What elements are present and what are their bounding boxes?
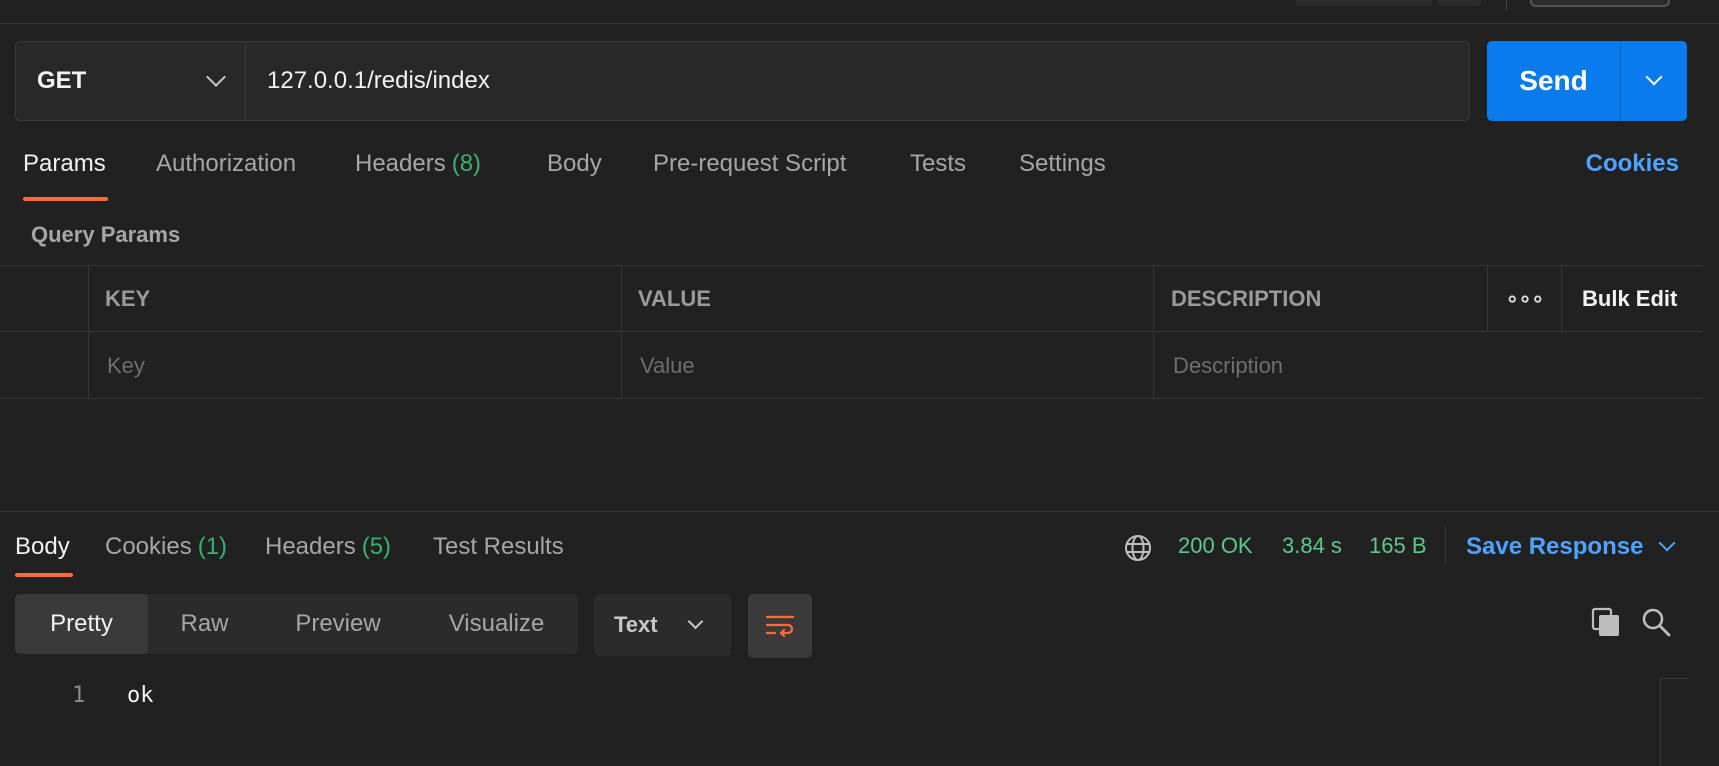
response-body-text: ok: [127, 683, 154, 708]
request-bar: GET: [15, 41, 1470, 121]
divider: [1445, 525, 1446, 565]
view-mode-preview[interactable]: Preview: [261, 594, 415, 654]
tab-label: Cookies: [105, 533, 192, 560]
row-checkbox-cell: [0, 333, 88, 399]
scrollbar[interactable]: [1660, 678, 1688, 766]
toolbar-button-partial[interactable]: [1296, 0, 1432, 6]
active-tab-indicator: [23, 197, 108, 201]
query-params-table: KEY VALUE DESCRIPTION ∘∘∘ Bulk Edit Key …: [0, 265, 1703, 399]
chevron-down-icon: [687, 613, 704, 629]
method-label: GET: [37, 67, 87, 94]
response-body-editor[interactable]: 1 ok: [0, 680, 1719, 766]
table-row: Key Value Description: [0, 333, 1703, 399]
response-tab-test-results[interactable]: Test Results: [433, 533, 564, 561]
more-options-icon[interactable]: ∘∘∘: [1487, 266, 1561, 331]
tab-label: Pre-request Script: [653, 150, 847, 177]
description-input[interactable]: Description: [1153, 333, 1703, 399]
key-input[interactable]: Key: [88, 333, 621, 399]
tab-tests[interactable]: Tests: [910, 150, 966, 178]
send-button-group: Send: [1487, 41, 1687, 121]
value-input[interactable]: Value: [621, 333, 1153, 399]
top-strip: [0, 0, 1719, 24]
active-tab-indicator: [15, 573, 73, 577]
tab-body[interactable]: Body: [547, 150, 602, 178]
tab-label: Body: [547, 150, 602, 177]
tab-label: Body: [15, 533, 70, 560]
row-checkbox-column: [0, 266, 88, 331]
method-select[interactable]: GET: [16, 42, 246, 120]
divider: [1506, 0, 1507, 10]
view-mode-visualize[interactable]: Visualize: [415, 594, 578, 654]
response-tabs: Body Cookies (1) Headers (5) Test Results …: [0, 525, 1719, 581]
response-tab-body[interactable]: Body: [15, 533, 70, 561]
chevron-down-icon: [206, 67, 226, 87]
bulk-edit-button[interactable]: Bulk Edit: [1561, 266, 1703, 331]
response-tab-headers[interactable]: Headers (5): [265, 533, 391, 561]
chevron-down-icon: [1645, 68, 1663, 86]
column-header-value: VALUE: [621, 266, 1153, 331]
toolbar-button-partial[interactable]: [1437, 0, 1481, 6]
tab-params[interactable]: Params: [23, 150, 106, 178]
tab-label: Headers: [265, 533, 356, 560]
format-select[interactable]: Text: [594, 594, 731, 656]
tab-count-badge: (5): [361, 533, 392, 560]
copy-icon[interactable]: [1590, 606, 1622, 638]
view-mode-selector: Pretty Raw Preview Visualize: [15, 594, 578, 654]
status-code[interactable]: 200 OK: [1178, 533, 1253, 559]
column-header-description: DESCRIPTION: [1153, 266, 1487, 331]
format-label: Text: [614, 612, 658, 637]
tab-label: Tests: [910, 150, 967, 177]
send-options-button[interactable]: [1621, 41, 1687, 121]
save-response-button[interactable]: Save Response: [1466, 533, 1643, 561]
pane-resize-divider[interactable]: [0, 511, 1719, 512]
chevron-down-icon[interactable]: [1658, 534, 1676, 552]
wrap-lines-icon: [765, 615, 795, 638]
response-time[interactable]: 3.84 s: [1282, 533, 1342, 559]
view-mode-pretty[interactable]: Pretty: [15, 594, 148, 654]
url-input[interactable]: [246, 42, 1469, 120]
tab-label: Headers: [355, 150, 446, 177]
tab-count-badge: (8): [451, 150, 482, 177]
view-mode-raw[interactable]: Raw: [148, 594, 261, 654]
tab-authorization[interactable]: Authorization: [156, 150, 296, 178]
table-header-row: KEY VALUE DESCRIPTION ∘∘∘ Bulk Edit: [0, 266, 1703, 332]
section-title: Query Params: [31, 222, 181, 247]
wrap-lines-button[interactable]: [748, 594, 812, 658]
search-icon[interactable]: [1640, 606, 1672, 638]
toggle-partial[interactable]: [1530, 0, 1670, 7]
column-header-key: KEY: [88, 266, 621, 331]
cookies-link[interactable]: Cookies: [1586, 150, 1679, 178]
tab-label: Settings: [1019, 150, 1106, 177]
response-size[interactable]: 165 B: [1369, 533, 1427, 559]
tab-label: Authorization: [156, 150, 297, 177]
tab-pre-request-script[interactable]: Pre-request Script: [653, 150, 846, 178]
globe-icon[interactable]: [1123, 533, 1153, 563]
tab-headers[interactable]: Headers (8): [355, 150, 481, 178]
request-tabs: Params Authorization Headers (8) Body Pre…: [0, 150, 1719, 202]
tab-label: Params: [23, 150, 106, 177]
line-number: 1: [72, 683, 86, 708]
tab-count-badge: (1): [197, 533, 228, 560]
send-button[interactable]: Send: [1487, 41, 1621, 121]
tab-settings[interactable]: Settings: [1019, 150, 1106, 178]
tab-label: Test Results: [433, 533, 564, 560]
response-tab-cookies[interactable]: Cookies (1): [105, 533, 227, 561]
